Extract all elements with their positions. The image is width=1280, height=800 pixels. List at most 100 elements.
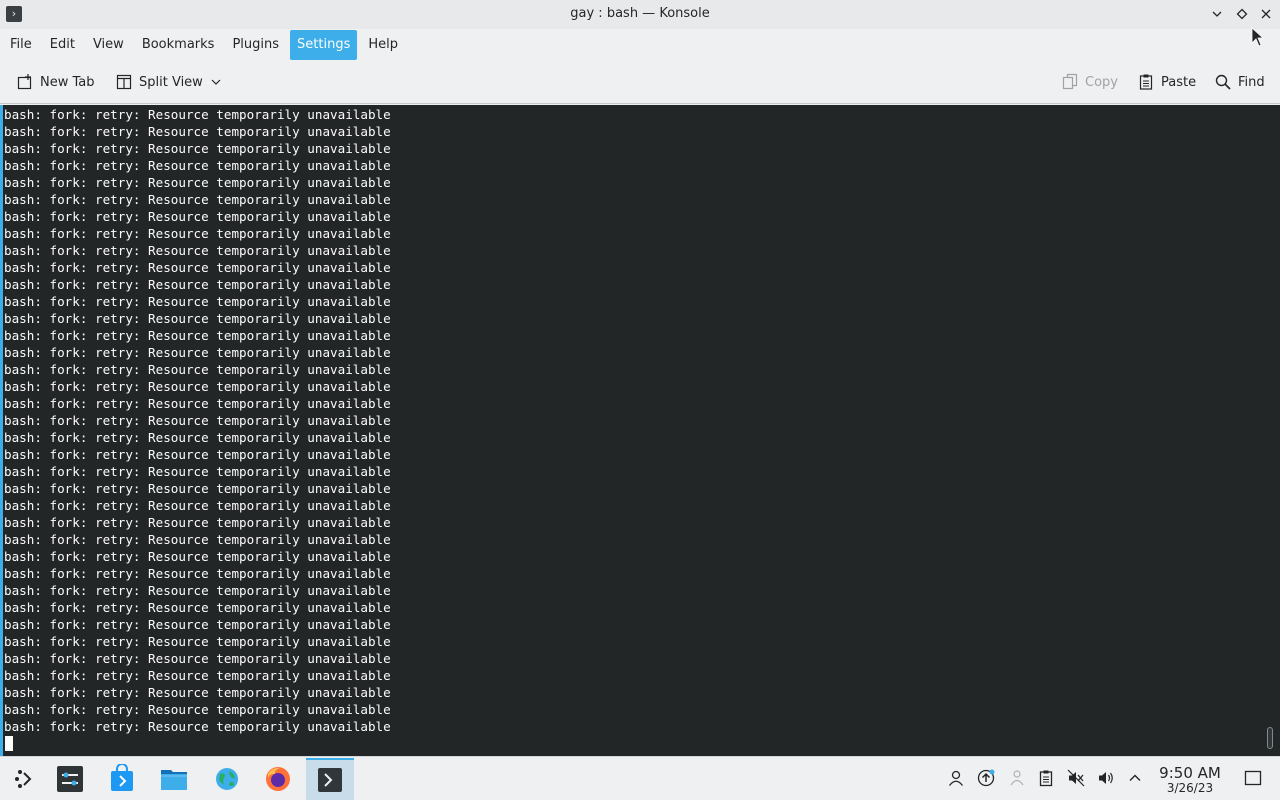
paste-label: Paste — [1161, 74, 1197, 90]
terminal-cursor — [5, 736, 13, 751]
terminal-scrollbar[interactable] — [1267, 727, 1273, 749]
window-titlebar[interactable]: › gay : bash — Konsole — [0, 0, 1280, 29]
menu-file[interactable]: File — [3, 30, 39, 60]
new-tab-button[interactable]: New Tab — [16, 70, 95, 94]
terminal-line: bash: fork: retry: Resource temporarily … — [4, 141, 391, 156]
terminal-line: bash: fork: retry: Resource temporarily … — [4, 243, 391, 258]
menu-settings[interactable]: Settings — [290, 29, 358, 60]
terminal-line: bash: fork: retry: Resource temporarily … — [4, 328, 391, 343]
terminal-line: bash: fork: retry: Resource temporarily … — [4, 345, 391, 360]
kde-connect-indicator[interactable] — [1008, 769, 1026, 787]
terminal-output: bash: fork: retry: Resource temporarily … — [4, 106, 391, 735]
terminal-line: bash: fork: retry: Resource temporarily … — [4, 430, 391, 445]
terminal-line: bash: fork: retry: Resource temporarily … — [4, 192, 391, 207]
terminal-line: bash: fork: retry: Resource temporarily … — [4, 107, 391, 122]
updates-indicator[interactable] — [977, 769, 995, 787]
clipboard-icon — [1039, 770, 1053, 787]
copy-label: Copy — [1085, 74, 1118, 90]
clock-date[interactable]: 3/26/23 — [1152, 781, 1228, 795]
terminal-line: bash: fork: retry: Resource temporarily … — [4, 651, 391, 666]
terminal-line: bash: fork: retry: Resource temporarily … — [4, 447, 391, 462]
terminal-line: bash: fork: retry: Resource temporarily … — [4, 498, 391, 513]
task-discover[interactable] — [98, 758, 146, 800]
task-firefox[interactable] — [254, 758, 302, 800]
minimize-button[interactable] — [1206, 4, 1228, 24]
terminal-line: bash: fork: retry: Resource temporarily … — [4, 719, 391, 734]
copy-button[interactable]: Copy — [1061, 70, 1118, 94]
terminal-line: bash: fork: retry: Resource temporarily … — [4, 668, 391, 683]
paste-button[interactable]: Paste — [1137, 70, 1196, 94]
terminal-line: bash: fork: retry: Resource temporarily … — [4, 158, 391, 173]
tray-expander[interactable] — [1126, 769, 1144, 787]
new-tab-label: New Tab — [40, 74, 95, 90]
chevron-up-icon — [1129, 774, 1141, 781]
firefox-icon — [266, 767, 290, 791]
terminal-line: bash: fork: retry: Resource temporarily … — [4, 634, 391, 649]
taskbar — [0, 756, 1280, 800]
task-web-browser[interactable] — [203, 758, 251, 800]
terminal-line: bash: fork: retry: Resource temporarily … — [4, 549, 391, 564]
volume-indicator[interactable] — [1097, 769, 1115, 787]
terminal-line: bash: fork: retry: Resource temporarily … — [4, 464, 391, 479]
terminal-line: bash: fork: retry: Resource temporarily … — [4, 379, 391, 394]
focus-indicator — [0, 105, 3, 756]
terminal-line: bash: fork: retry: Resource temporarily … — [4, 209, 391, 224]
update-icon — [977, 769, 995, 787]
maximize-button[interactable] — [1231, 4, 1253, 24]
close-icon — [1261, 9, 1271, 19]
mouse-pointer-icon — [1251, 27, 1265, 47]
user-switcher[interactable] — [947, 769, 965, 787]
menu-bookmarks[interactable]: Bookmarks — [135, 30, 222, 60]
connect-icon — [1010, 770, 1024, 786]
terminal-line: bash: fork: retry: Resource temporarily … — [4, 226, 391, 241]
terminal-line: bash: fork: retry: Resource temporarily … — [4, 413, 391, 428]
split-view-label: Split View — [139, 74, 203, 90]
terminal-line: bash: fork: retry: Resource temporarily … — [4, 532, 391, 547]
discover-store-icon — [111, 764, 133, 791]
chevron-down-icon — [1212, 11, 1222, 17]
terminal-line: bash: fork: retry: Resource temporarily … — [4, 294, 391, 309]
user-icon — [948, 770, 964, 786]
konsole-icon — [318, 768, 342, 792]
speaker-icon — [1099, 772, 1113, 784]
menu-plugins[interactable]: Plugins — [225, 30, 286, 60]
diamond-icon — [1236, 8, 1248, 20]
terminal-line: bash: fork: retry: Resource temporarily … — [4, 566, 391, 581]
find-button[interactable]: Find — [1214, 70, 1265, 94]
terminal-line: bash: fork: retry: Resource temporarily … — [4, 685, 391, 700]
window-title: gay : bash — Konsole — [570, 6, 710, 21]
task-dolphin[interactable] — [150, 758, 198, 800]
show-desktop-button[interactable] — [1244, 769, 1262, 787]
menu-help[interactable]: Help — [361, 30, 405, 60]
web-browser-icon — [216, 768, 238, 790]
copy-icon — [1062, 73, 1078, 90]
new-tab-icon — [17, 74, 32, 90]
task-konsole[interactable] — [306, 758, 354, 800]
terminal-line: bash: fork: retry: Resource temporarily … — [4, 277, 391, 292]
audio-muted-indicator[interactable] — [1067, 769, 1085, 787]
terminal-line: bash: fork: retry: Resource temporarily … — [4, 362, 391, 377]
clipboard-indicator[interactable] — [1037, 769, 1055, 787]
application-launcher[interactable] — [0, 758, 48, 800]
chevron-down-icon[interactable] — [211, 77, 221, 87]
split-view-icon — [116, 74, 132, 90]
clock-time[interactable]: 9:50 AM — [1152, 764, 1228, 782]
terminal-line: bash: fork: retry: Resource temporarily … — [4, 702, 391, 717]
menu-view[interactable]: View — [86, 30, 131, 60]
task-system-settings[interactable] — [46, 758, 94, 800]
find-label: Find — [1238, 74, 1265, 90]
menu-edit[interactable]: Edit — [43, 30, 82, 60]
terminal-line: bash: fork: retry: Resource temporarily … — [4, 396, 391, 411]
system-settings-icon — [57, 766, 83, 792]
terminal-line: bash: fork: retry: Resource temporarily … — [4, 311, 391, 326]
split-view-button[interactable]: Split View — [115, 70, 221, 94]
show-desktop-icon — [1244, 770, 1262, 786]
main-toolbar: New Tab Split View Copy Paste Find — [0, 60, 1280, 104]
terminal-line: bash: fork: retry: Resource temporarily … — [4, 481, 391, 496]
paste-icon — [1139, 74, 1153, 90]
terminal-line: bash: fork: retry: Resource temporarily … — [4, 175, 391, 190]
close-button[interactable] — [1255, 4, 1277, 24]
terminal-view[interactable]: bash: fork: retry: Resource temporarily … — [0, 105, 1280, 756]
terminal-line: bash: fork: retry: Resource temporarily … — [4, 515, 391, 530]
terminal-line: bash: fork: retry: Resource temporarily … — [4, 617, 391, 632]
